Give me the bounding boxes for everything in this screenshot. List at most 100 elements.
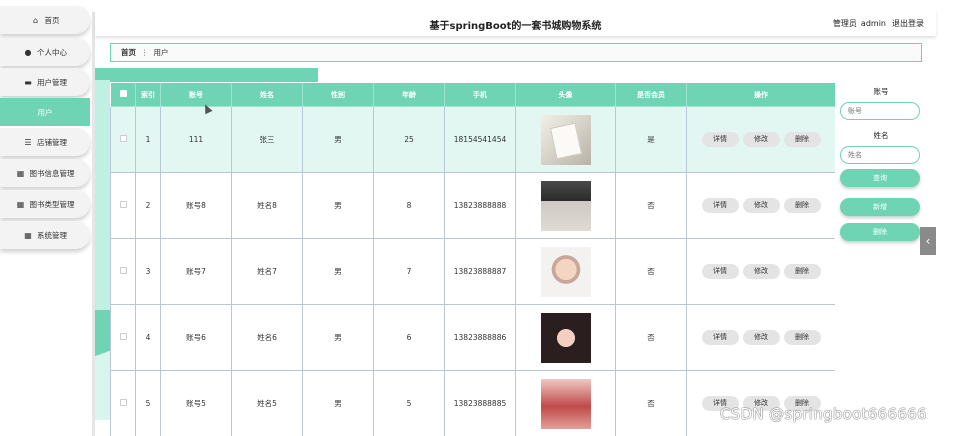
cell-phone: 13823888885: [444, 370, 516, 436]
delete-button[interactable]: 删除: [783, 198, 821, 213]
table-row[interactable]: 3 账号7 姓名7 男 7 13823888887 否详情 修改 删除: [110, 238, 835, 305]
row-select-cell[interactable]: [110, 172, 136, 239]
sidebar-item-label: 图书类型管理: [29, 199, 75, 209]
cell-age: 5: [373, 370, 445, 436]
row-checkbox[interactable]: [119, 333, 127, 340]
sidebar-item-label: 店铺管理: [37, 137, 67, 147]
decorative-band: [95, 68, 318, 82]
cell-name: 姓名8: [231, 172, 303, 239]
delete-button[interactable]: 删除: [783, 330, 821, 345]
page-title: 基于springBoot的一套书城购物系统: [429, 21, 602, 32]
sidebar-item-label: 用户管理: [37, 77, 67, 87]
edit-button[interactable]: 修改: [742, 132, 780, 147]
breadcrumb-home[interactable]: 首页: [121, 47, 136, 58]
sidebar-item-5[interactable]: ▦ 图书信息管理: [0, 159, 90, 187]
avatar: [540, 378, 591, 429]
table-header-row: 索引 账号 姓名 性别 年龄 手机 头像 是否会员 操作: [110, 82, 835, 107]
delete-button[interactable]: 删除: [783, 264, 821, 279]
breadcrumb-current: 用户: [153, 48, 169, 57]
column-header: 是否会员: [615, 82, 687, 107]
app-window: ⌂ 首页 ● 个人中心 ▬ 用户管理 用户 ☰ 店铺管理 ▦ 图书信息管理 ▦ 图书类型管理 ▦ 系统管理 …: [0, 0, 970, 436]
cell-phone: 18154541454: [444, 106, 516, 173]
add-button[interactable]: 新增: [840, 198, 920, 216]
sidebar-item-3[interactable]: 用户: [0, 98, 90, 126]
select-all-cell[interactable]: [110, 82, 136, 107]
list-icon: ☰: [24, 137, 32, 147]
detail-button[interactable]: 详情: [701, 132, 739, 147]
row-select-cell[interactable]: [110, 370, 136, 436]
user-role: 管理员: [832, 19, 857, 28]
cell-index: 3: [135, 238, 161, 305]
table-row[interactable]: 5 账号5 姓名5 男 5 13823888885 否详情 修改 删除: [110, 370, 835, 436]
sidebar-item-7[interactable]: ▦ 系统管理: [0, 221, 90, 249]
cell-account: 账号5: [160, 370, 232, 436]
avatar: [540, 246, 591, 297]
row-checkbox[interactable]: [119, 267, 127, 274]
sidebar-item-4[interactable]: ☰ 店铺管理: [0, 128, 90, 156]
cell-avatar: [515, 238, 616, 305]
cell-actions: 详情 修改 删除: [686, 106, 835, 173]
cell-actions: 详情 修改 删除: [686, 304, 835, 371]
cell-member: 否: [615, 238, 687, 305]
select-all-checkbox[interactable]: [119, 90, 127, 97]
cell-index: 5: [135, 370, 161, 436]
watermark: CSDN @springboot666666: [720, 405, 927, 423]
table-row[interactable]: 1 111 张三男 25 18154541454 是详情 修改 删除: [110, 106, 835, 173]
detail-button[interactable]: 详情: [701, 330, 739, 345]
column-header: 手机: [444, 82, 516, 107]
row-checkbox[interactable]: [119, 135, 127, 142]
user-table-container: 索引 账号 姓名 性别 年龄 手机 头像 是否会员 操作 1 111 张三男 25 1815454145…: [110, 82, 835, 436]
name-search-input[interactable]: [840, 146, 920, 164]
cell-index: 1: [135, 106, 161, 173]
cell-name: 姓名5: [231, 370, 303, 436]
row-select-cell[interactable]: [110, 106, 136, 173]
chevron-left-icon: ‹: [925, 234, 931, 248]
sidebar-item-2[interactable]: ▬ 用户管理: [0, 68, 90, 96]
name-label: 姓名: [873, 131, 889, 140]
row-select-cell[interactable]: [110, 238, 136, 305]
table-row[interactable]: 2 账号8 姓名8 男 8 13823888888 否详情 修改 删除: [110, 172, 835, 239]
cell-avatar: [515, 370, 616, 436]
row-select-cell[interactable]: [110, 304, 136, 371]
breadcrumb-separator: ⋮: [141, 48, 149, 57]
cell-name: 姓名7: [231, 238, 303, 305]
batch-delete-button[interactable]: 删除: [840, 223, 920, 241]
row-checkbox[interactable]: [119, 201, 127, 208]
detail-button[interactable]: 详情: [701, 198, 739, 213]
edit-button[interactable]: 修改: [742, 264, 780, 279]
cell-member: 是: [615, 106, 687, 173]
decorative-strip-lower: [95, 310, 110, 420]
row-checkbox[interactable]: [119, 399, 127, 406]
sidebar: ⌂ 首页 ● 个人中心 ▬ 用户管理 用户 ☰ 店铺管理 ▦ 图书信息管理 ▦ 图书类型管理 ▦ 系统管理: [0, 6, 92, 436]
cell-member: 否: [615, 370, 687, 436]
avatar: [540, 312, 591, 363]
cell-account: 账号7: [160, 238, 232, 305]
cell-index: 4: [135, 304, 161, 371]
column-header: 操作: [686, 82, 835, 107]
logout-link[interactable]: 退出登录: [892, 19, 924, 28]
cell-actions: 详情 修改 删除: [686, 172, 835, 239]
cell-account: 账号6: [160, 304, 232, 371]
person-icon: ●: [24, 47, 32, 57]
sidebar-item-6[interactable]: ▦ 图书类型管理: [0, 190, 90, 218]
table-icon: ▦: [24, 230, 32, 240]
column-header: 姓名: [231, 82, 303, 107]
detail-button[interactable]: 详情: [701, 264, 739, 279]
delete-button[interactable]: 删除: [783, 132, 821, 147]
cell-gender: 男: [302, 238, 374, 305]
edit-button[interactable]: 修改: [742, 330, 780, 345]
sidebar-item-label: 首页: [44, 15, 60, 25]
account-search-input[interactable]: [840, 102, 920, 120]
sidebar-item-1[interactable]: ● 个人中心: [0, 38, 90, 66]
collapse-tab[interactable]: ‹: [920, 227, 936, 255]
sidebar-item-0[interactable]: ⌂ 首页: [0, 6, 90, 34]
sidebar-item-label: 图书信息管理: [29, 168, 75, 178]
cell-avatar: [515, 106, 616, 173]
users-icon: ▬: [24, 77, 32, 87]
column-header: 索引: [135, 82, 161, 107]
user-table: 索引 账号 姓名 性别 年龄 手机 头像 是否会员 操作 1 111 张三男 25 1815454145…: [110, 82, 835, 436]
table-row[interactable]: 4 账号6 姓名6 男 6 13823888886 否详情 修改 删除: [110, 304, 835, 371]
edit-button[interactable]: 修改: [742, 198, 780, 213]
cell-index: 2: [135, 172, 161, 239]
search-button[interactable]: 查询: [840, 169, 920, 187]
